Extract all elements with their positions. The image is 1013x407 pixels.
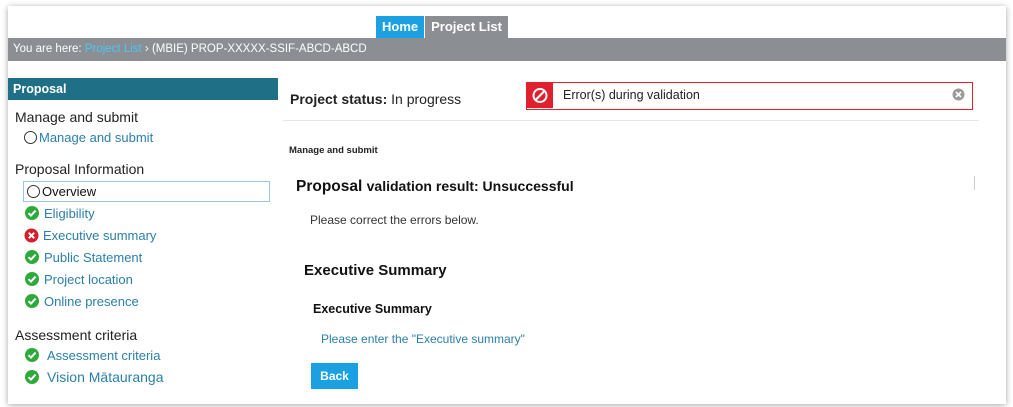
project-status-value: In progress (387, 91, 462, 107)
instruction-text: Please correct the errors below. (310, 213, 479, 227)
top-nav: Home Project List (376, 16, 508, 38)
circle-icon (24, 130, 37, 144)
divider (974, 176, 975, 190)
sidebar: Proposal Manage and submit Manage and su… (8, 78, 278, 404)
check-icon (25, 272, 39, 286)
project-status-row: Project status: In progress Error(s) dur… (283, 78, 979, 121)
check-icon (25, 370, 39, 384)
sidebar-item-label: Executive summary (43, 227, 157, 243)
sidebar-item-assessment-criteria[interactable]: Assessment criteria (8, 344, 278, 366)
breadcrumb-prefix: You are here: (13, 43, 85, 55)
sidebar-item-overview[interactable]: Overview (23, 181, 270, 202)
sidebar-section-title: Manage and submit (15, 109, 138, 125)
sidebar-header: Proposal (8, 78, 278, 100)
project-status-label: Project status: (290, 91, 388, 107)
result-title-status: validation result: Unsuccessful (366, 178, 574, 194)
sidebar-item-project-location[interactable]: Project location (8, 268, 278, 290)
back-button[interactable]: Back (311, 363, 358, 389)
check-icon (25, 250, 39, 264)
close-icon[interactable] (952, 88, 965, 101)
error-banner-icon-area (527, 83, 553, 108)
tab-project-list[interactable]: Project List (425, 16, 508, 38)
app-window: Home Project List You are here: Project … (8, 6, 1006, 404)
sidebar-item-label: Eligibility (44, 205, 95, 221)
page-heading: Manage and submit (289, 145, 378, 156)
check-icon (25, 348, 39, 362)
tab-home[interactable]: Home (376, 16, 425, 38)
sidebar-item-public-statement[interactable]: Public Statement (8, 246, 278, 268)
sidebar-item-executive-summary[interactable]: Executive summary (8, 224, 278, 246)
breadcrumb-link-project-list[interactable]: Project List (85, 43, 142, 55)
circle-icon (27, 185, 40, 198)
sidebar-item-label: Assessment criteria (47, 347, 161, 363)
sidebar-item-label: Online presence (44, 293, 139, 309)
breadcrumb-current: (MBIE) PROP-XXXXX-SSIF-ABCD-ABCD (151, 43, 367, 55)
error-message: Please enter the "Executive summary" (321, 332, 525, 346)
error-banner: Error(s) during validation (526, 82, 973, 110)
sidebar-item-manage-and-submit[interactable]: Manage and submit (8, 126, 278, 148)
breadcrumb-separator: › (141, 43, 152, 55)
sidebar-item-eligibility[interactable]: Eligibility (8, 202, 278, 224)
sidebar-item-vision-matauranga[interactable]: Vision Mātauranga (8, 366, 278, 388)
validation-result-title: Proposal validation result: Unsuccessful (296, 178, 574, 196)
sidebar-item-label: Project location (44, 271, 133, 287)
sidebar-item-label: Public Statement (44, 249, 143, 265)
check-icon (25, 206, 39, 220)
error-section-title: Executive Summary (304, 262, 447, 279)
sidebar-item-online-presence[interactable]: Online presence (8, 290, 278, 312)
sidebar-item-label: Overview (42, 184, 97, 199)
error-field-title: Executive Summary (313, 302, 432, 316)
error-banner-text: Error(s) during validation (563, 88, 700, 102)
sidebar-item-label: Manage and submit (39, 129, 154, 145)
prohibited-icon (532, 88, 548, 103)
sidebar-section-title: Assessment criteria (15, 327, 138, 343)
project-status: Project status: In progress (290, 91, 461, 107)
breadcrumb: You are here: Project List › (MBIE) PROP… (8, 38, 1006, 61)
sidebar-item-label: Vision Mātauranga (47, 369, 164, 385)
check-icon (25, 294, 39, 308)
result-title-prefix: Proposal (296, 178, 367, 195)
sidebar-section-title: Proposal Information (15, 161, 145, 177)
error-icon (24, 228, 39, 242)
